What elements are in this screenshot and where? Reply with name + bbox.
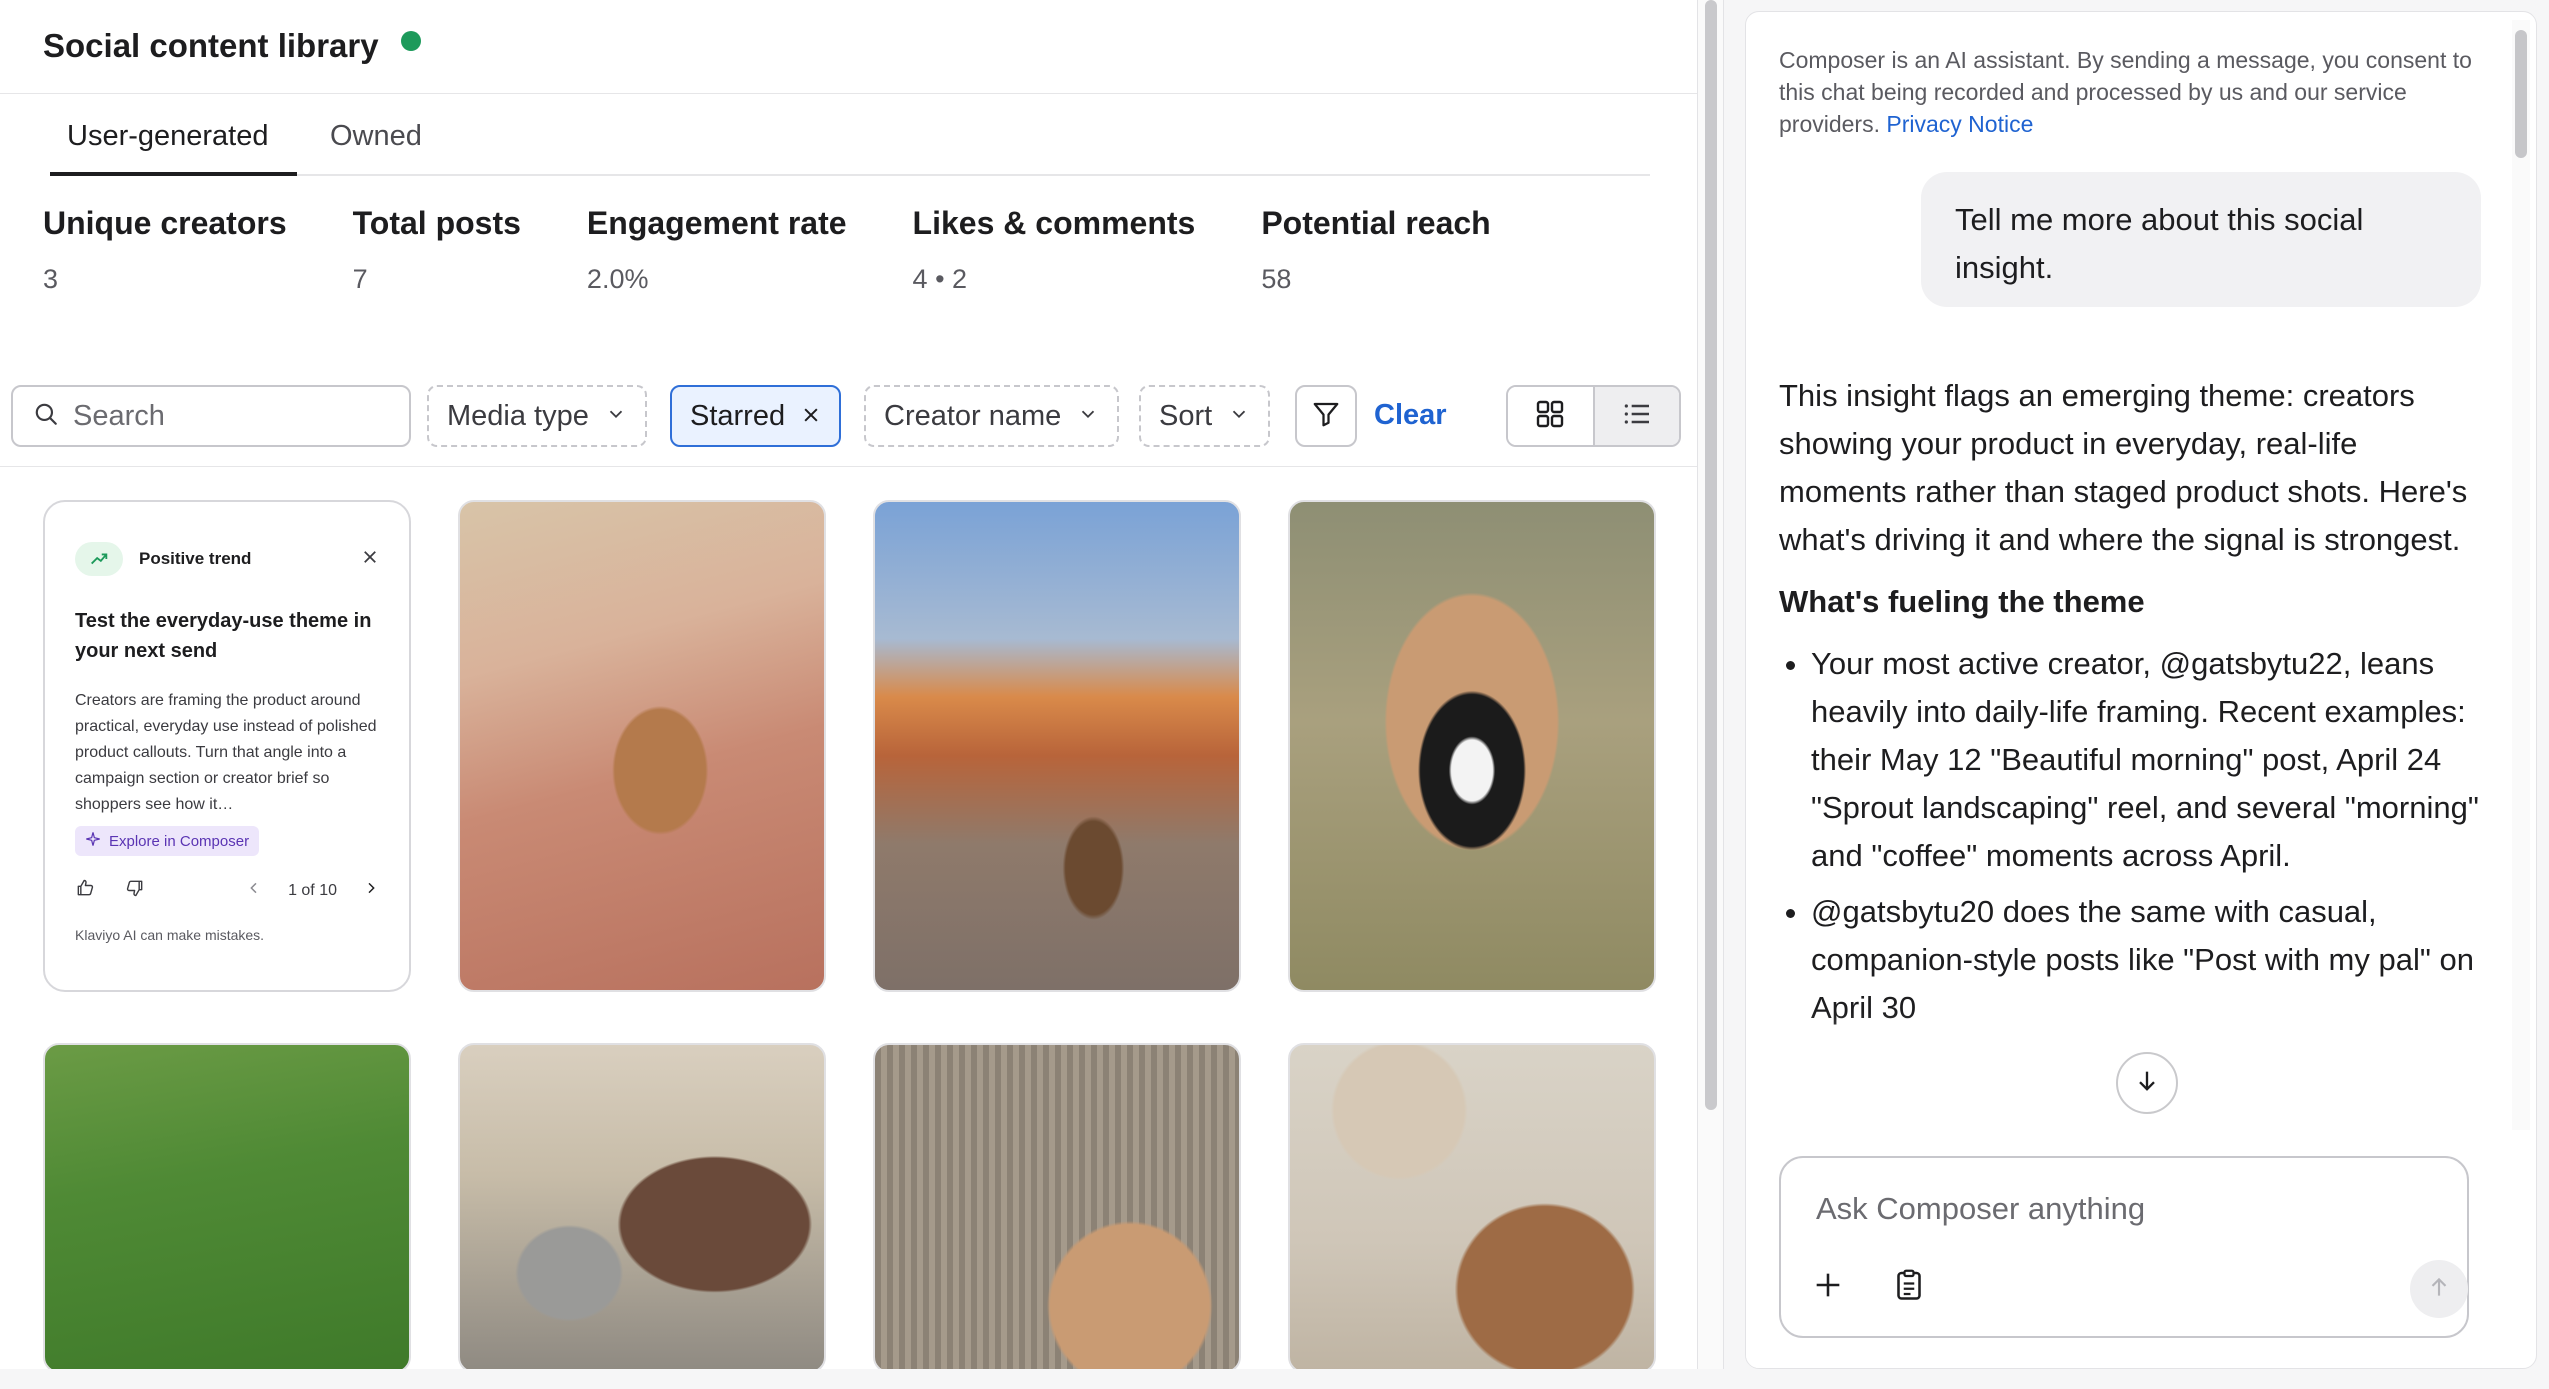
stat-label: Unique creators: [43, 205, 287, 241]
media-type-label: Media type: [447, 399, 589, 432]
search-input[interactable]: [73, 399, 393, 433]
composer-scrollbar[interactable]: [2512, 20, 2530, 1130]
insight-body: Creators are framing the product around …: [75, 692, 377, 813]
post-thumbnail[interactable]: [458, 1043, 826, 1369]
insight-pager: 1 of 10: [246, 880, 379, 901]
content-library-pane: Social content library User-generated Ow…: [0, 0, 1698, 1369]
chevron-down-icon: [1228, 400, 1250, 433]
post-thumbnail[interactable]: [1288, 1043, 1656, 1369]
composer-panel: Composer is an AI assistant. By sending …: [1745, 11, 2537, 1369]
media-type-filter[interactable]: Media type: [427, 385, 647, 447]
consent-notice: Composer is an AI assistant. By sending …: [1779, 44, 2479, 140]
stat-value: 4 • 2: [912, 264, 968, 294]
clipboard-icon[interactable]: [1891, 1266, 1927, 1309]
arrow-up-icon: [2426, 1274, 2452, 1305]
composer-input[interactable]: Ask Composer anything: [1816, 1191, 2145, 1227]
status-dot: [400, 31, 421, 51]
answer-heading: What's fueling the theme: [1779, 584, 2145, 619]
starred-filter[interactable]: Starred: [670, 385, 842, 447]
stat-value: 7: [352, 264, 368, 294]
insight-header: Positive trend: [75, 542, 379, 576]
arrow-down-icon: [2133, 1067, 2161, 1100]
stat-label: Total posts: [352, 205, 521, 241]
stats-row: Unique creators 3 Total posts 7 Engageme…: [43, 205, 1557, 295]
search-icon: [33, 401, 59, 432]
stat-unique-creators: Unique creators 3: [43, 205, 287, 295]
sort-label: Sort: [1159, 399, 1213, 432]
stat-engagement-rate: Engagement rate 2.0%: [587, 205, 847, 295]
post-thumbnail[interactable]: [873, 1043, 1241, 1369]
insight-title: Test the everyday-use theme in your next…: [75, 610, 372, 662]
answer-list: Your most active creator, @gatsbytu22, l…: [1811, 640, 2479, 1032]
divider: [0, 466, 1697, 467]
consent-text: Composer is an AI assistant. By sending …: [1779, 47, 2472, 137]
assistant-message: This insight flags an emerging theme: cr…: [1779, 372, 2479, 1040]
sparkle-icon: [85, 831, 101, 851]
chevron-left-icon[interactable]: [246, 880, 262, 901]
list-item: Your most active creator, @gatsbytu22, l…: [1811, 640, 2479, 880]
list-view-icon: [1620, 398, 1654, 435]
post-thumbnail[interactable]: [1288, 500, 1656, 992]
search-box[interactable]: [11, 385, 411, 447]
composer-input-box[interactable]: Ask Composer anything: [1779, 1156, 2469, 1338]
insight-badge: Positive trend: [139, 549, 252, 568]
stat-likes-comments: Likes & comments 4 • 2: [913, 205, 1196, 295]
plus-icon[interactable]: [1811, 1268, 1845, 1307]
chevron-right-icon[interactable]: [363, 880, 379, 901]
stat-value: 58: [1261, 264, 1292, 294]
post-thumbnail[interactable]: [43, 1043, 411, 1369]
list-view-button[interactable]: [1594, 387, 1679, 445]
scrollbar-thumb[interactable]: [1705, 0, 1717, 1110]
page-title: Social content library: [43, 27, 379, 64]
stat-potential-reach: Potential reach 58: [1261, 205, 1490, 295]
filter-icon: [1311, 399, 1341, 434]
stat-label: Likes & comments: [912, 205, 1196, 241]
divider: [0, 93, 1697, 94]
grid-view-icon: [1534, 398, 1566, 435]
close-icon[interactable]: [801, 400, 821, 432]
stat-value: 2.0%: [586, 264, 649, 294]
insight-actions: 1 of 10: [75, 878, 379, 903]
creator-name-filter[interactable]: Creator name: [864, 385, 1120, 447]
user-message: Tell me more about this social insight.: [1921, 172, 2481, 307]
grid-view-button[interactable]: [1508, 387, 1595, 445]
explore-label: Explore in Composer: [109, 832, 250, 850]
trend-up-icon: [75, 542, 123, 576]
insight-card: Positive trend Test the everyday-use the…: [43, 500, 411, 992]
answer-intro: This insight flags an emerging theme: cr…: [1779, 378, 2468, 557]
list-item: @gatsbytu20 does the same with casual, c…: [1811, 888, 2479, 1032]
scrollbar-thumb[interactable]: [2515, 30, 2527, 158]
clear-filters-link[interactable]: Clear: [1374, 399, 1447, 432]
thumbs-down-icon[interactable]: [125, 878, 145, 903]
page-header: Social content library: [43, 22, 421, 70]
active-tab-indicator: [50, 172, 297, 176]
starred-label: Starred: [690, 399, 786, 432]
view-toggle: [1506, 385, 1681, 447]
post-thumbnail[interactable]: [873, 500, 1241, 992]
creator-name-label: Creator name: [884, 399, 1062, 432]
privacy-notice-link[interactable]: Privacy Notice: [1886, 111, 2033, 137]
stat-label: Engagement rate: [586, 205, 847, 241]
chevron-down-icon: [605, 400, 627, 433]
tab-owned[interactable]: Owned: [330, 120, 422, 153]
pager-label: 1 of 10: [288, 881, 337, 899]
left-scrollbar[interactable]: [1698, 0, 1724, 1369]
stat-label: Potential reach: [1261, 205, 1491, 241]
explore-in-composer-button[interactable]: Explore in Composer: [75, 826, 260, 856]
advanced-filter-button[interactable]: [1295, 385, 1357, 447]
filter-bar: Media type Starred Creator name Sort Cle…: [11, 385, 1681, 447]
tab-user-generated[interactable]: User-generated: [67, 120, 269, 153]
ai-disclaimer: Klaviyo AI can make mistakes.: [75, 927, 265, 943]
send-button[interactable]: [2410, 1260, 2468, 1318]
thumbs-up-icon[interactable]: [75, 878, 95, 903]
close-icon[interactable]: [361, 546, 379, 572]
stat-value: 3: [43, 264, 59, 294]
sort-filter[interactable]: Sort: [1139, 385, 1271, 447]
post-thumbnail[interactable]: [458, 500, 826, 992]
stat-total-posts: Total posts 7: [353, 205, 521, 295]
tab-bar: User-generated Owned: [50, 98, 1650, 176]
scroll-to-bottom-button[interactable]: [2116, 1052, 2178, 1114]
chevron-down-icon: [1077, 400, 1099, 433]
